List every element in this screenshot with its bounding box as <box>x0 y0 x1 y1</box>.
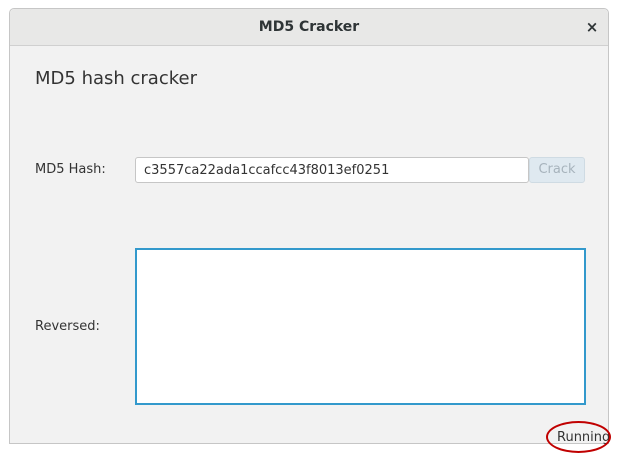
close-icon[interactable]: × <box>580 15 604 39</box>
app-window: MD5 Cracker × MD5 hash cracker MD5 Hash:… <box>9 8 609 444</box>
crack-button[interactable]: Crack <box>529 157 585 183</box>
md5-hash-label: MD5 Hash: <box>35 162 106 177</box>
status-highlight-circle <box>546 421 611 453</box>
title-bar[interactable]: MD5 Cracker × <box>10 9 608 46</box>
reversed-output[interactable] <box>135 248 586 405</box>
md5-hash-input[interactable] <box>135 157 529 183</box>
reversed-label: Reversed: <box>35 319 100 334</box>
window-title: MD5 Cracker <box>258 19 360 35</box>
page-heading: MD5 hash cracker <box>35 68 197 89</box>
